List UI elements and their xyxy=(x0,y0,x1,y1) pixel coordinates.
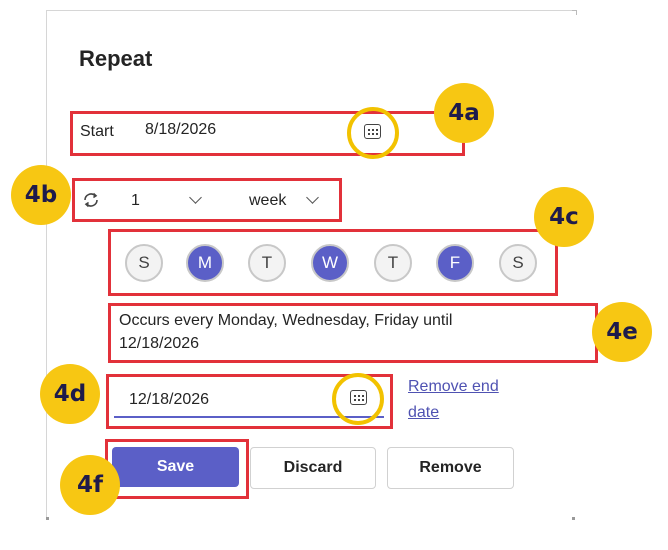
remove-end-date-link[interactable]: Remove end xyxy=(408,376,499,398)
day-toggle-wednesday[interactable]: W xyxy=(311,244,349,282)
callout-4d: 4d xyxy=(40,364,100,424)
save-button[interactable]: Save xyxy=(112,447,239,487)
dialog-top-border xyxy=(46,10,576,11)
day-toggle-thursday[interactable]: T xyxy=(374,244,412,282)
annotation-box-frequency xyxy=(72,178,342,222)
day-toggle-monday[interactable]: M xyxy=(186,244,224,282)
recurrence-summary: Occurs every Monday, Wednesday, Friday u… xyxy=(119,312,453,329)
annotation-box-start xyxy=(70,111,465,156)
callout-4b: 4b xyxy=(11,165,71,225)
callout-4c: 4c xyxy=(534,187,594,247)
dialog-corner xyxy=(572,10,577,15)
day-toggle-tuesday[interactable]: T xyxy=(248,244,286,282)
day-toggle-friday[interactable]: F xyxy=(436,244,474,282)
start-label: Start xyxy=(80,123,114,140)
callout-4a: 4a xyxy=(434,83,494,143)
callout-4e: 4e xyxy=(592,302,652,362)
start-date-field[interactable]: 8/18/2026 xyxy=(145,121,216,139)
discard-button[interactable]: Discard xyxy=(250,447,376,489)
callout-4f: 4f xyxy=(60,455,120,515)
recurrence-summary-end: 12/18/2026 xyxy=(119,335,200,352)
remove-button[interactable]: Remove xyxy=(387,447,514,489)
day-toggle-saturday[interactable]: S xyxy=(499,244,537,282)
dialog-corner-mark xyxy=(572,517,575,520)
dialog-title: Repeat xyxy=(79,46,153,71)
remove-end-date-link-line2[interactable]: date xyxy=(408,402,439,424)
unit-select[interactable]: week xyxy=(249,192,286,210)
day-toggle-sunday[interactable]: S xyxy=(125,244,163,282)
highlight-ring xyxy=(332,373,384,425)
repeat-icon xyxy=(80,189,102,211)
dialog-corner-mark xyxy=(46,517,49,520)
dialog-left-border xyxy=(46,10,47,520)
interval-select[interactable]: 1 xyxy=(131,192,140,210)
highlight-ring xyxy=(347,107,399,159)
end-date-field[interactable]: 12/18/2026 xyxy=(129,391,209,409)
